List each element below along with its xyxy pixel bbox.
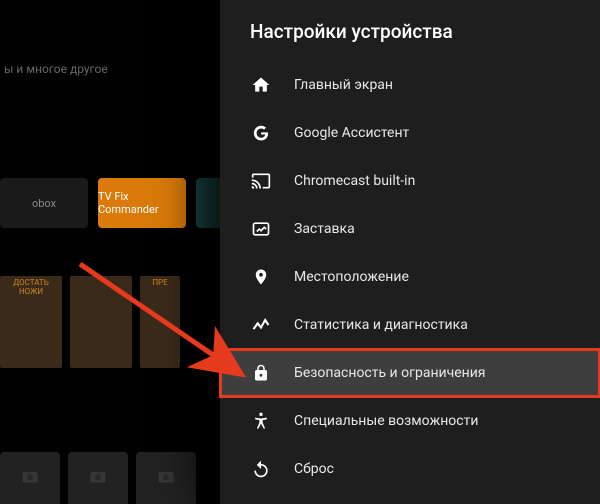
menu-item-reset[interactable]: Сброс [220,445,600,493]
menu-item-screensaver[interactable]: Заставка [220,205,600,253]
menu-item-chromecast[interactable]: Chromecast built-in [220,157,600,205]
menu-item-stats[interactable]: Статистика и диагностика [220,301,600,349]
menu-item-accessibility[interactable]: Специальные возможности [220,397,600,445]
bg-app-tile: TV Fix Commander [98,178,186,228]
lock-icon [250,362,272,384]
menu-label: Сброс [294,461,334,477]
reset-icon [250,458,272,480]
menu-label: Местоположение [294,269,409,285]
background-text: ы и многое другое [0,62,108,76]
bg-poster: ДОСТАТЬ НОЖИ [0,276,62,368]
menu-label: Безопасность и ограничения [294,365,485,381]
background-thumbs-row [0,452,196,504]
bg-app-tile: obox [0,178,88,228]
background-posters-row: ДОСТАТЬ НОЖИ ПРЕ [0,276,180,368]
bg-poster [70,276,132,368]
google-icon [250,122,272,144]
bg-poster: ПРЕ [140,276,180,368]
home-icon [250,74,272,96]
bg-thumb [136,452,196,504]
menu-label: Google Ассистент [294,125,409,141]
menu-item-location[interactable]: Местоположение [220,253,600,301]
menu-label: Статистика и диагностика [294,317,468,333]
settings-panel: Настройки устройства Главный экран Googl… [220,0,600,504]
screensaver-icon [250,218,272,240]
menu-label: Специальные возможности [294,413,478,429]
bg-thumb [68,452,128,504]
menu-item-google-assistant[interactable]: Google Ассистент [220,109,600,157]
menu-label: Главный экран [294,77,393,93]
cast-icon [250,170,272,192]
accessibility-icon [250,410,272,432]
stats-icon [250,314,272,336]
menu-item-home[interactable]: Главный экран [220,61,600,109]
menu-label: Заставка [294,221,355,237]
menu-item-security[interactable]: Безопасность и ограничения [220,349,600,397]
menu-label: Chromecast built-in [294,173,415,189]
panel-title: Настройки устройства [220,0,600,61]
location-icon [250,266,272,288]
bg-thumb [0,452,60,504]
